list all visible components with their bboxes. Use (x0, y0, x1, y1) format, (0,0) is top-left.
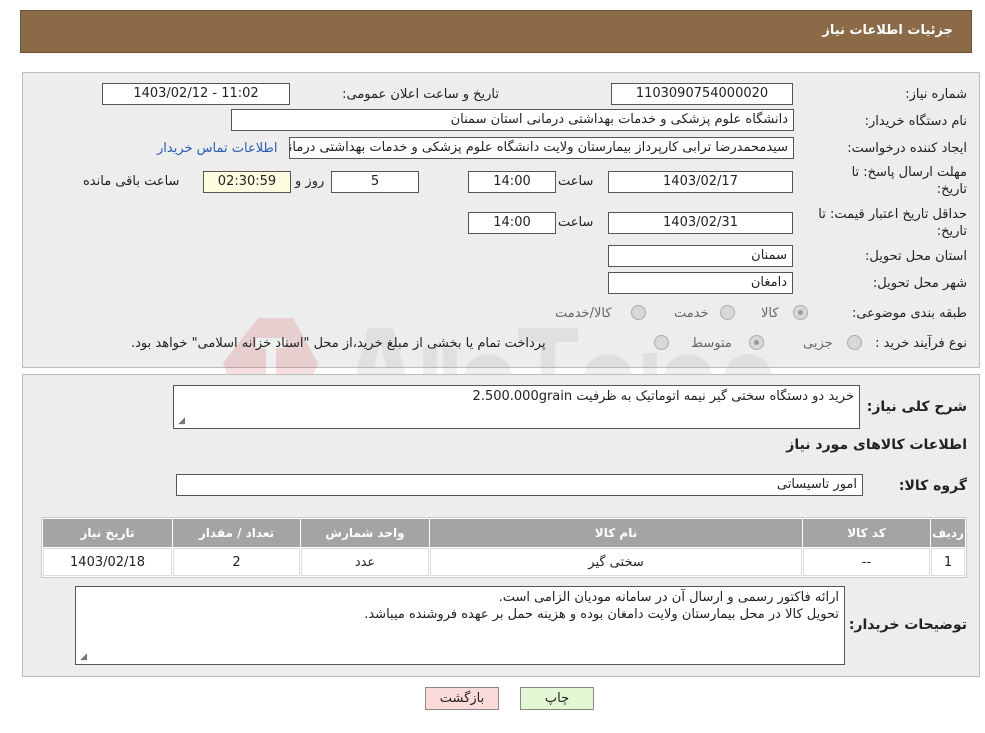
page-header: جزئیات اطلاعات نیاز (20, 10, 972, 53)
days-field[interactable]: 5 (331, 171, 419, 193)
reply-date-field[interactable]: 1403/02/17 (608, 171, 793, 193)
category-goods-label: کالا (761, 306, 779, 321)
buyer-notes-line-1: ارائه فاکتور رسمی و ارسال آن در سامانه م… (498, 590, 839, 605)
cell-unit: عدد (301, 548, 429, 576)
cell-date: 1403/02/18 (43, 548, 172, 576)
price-validity-time-label: ساعت (558, 215, 594, 230)
resize-grip-icon[interactable]: ◢ (176, 417, 185, 426)
reply-time-field[interactable]: 14:00 (468, 171, 556, 193)
purchase-medium-radio[interactable] (749, 335, 764, 350)
reply-deadline-label-2: تاریخ: (936, 182, 967, 197)
province-field[interactable]: سمنان (608, 245, 793, 267)
announce-datetime-field[interactable]: 1403/02/12 - 11:02 (102, 83, 290, 105)
remaining-time-field[interactable]: 02:30:59 (203, 171, 291, 193)
col-unit-header: واحد شمارش (301, 519, 429, 547)
days-label: روز و (295, 174, 325, 189)
col-date-header: تاریخ نیاز (43, 519, 172, 547)
summary-text: خرید دو دستگاه سختی گیر نیمه اتوماتیک به… (472, 389, 854, 404)
province-label: استان محل تحویل: (865, 249, 967, 264)
print-button[interactable]: چاپ (520, 687, 594, 710)
category-goods-radio[interactable] (793, 305, 808, 320)
buyer-org-label: نام دستگاه خریدار: (864, 114, 967, 129)
remaining-label: ساعت باقی مانده (83, 174, 180, 189)
purchase-minor-label: جزیی (803, 336, 833, 351)
cell-row: 1 (931, 548, 965, 576)
requester-field[interactable]: سیدمحمدرضا ترابی کارپرداز بیمارستان ولای… (289, 137, 794, 159)
page-title: جزئیات اطلاعات نیاز (822, 23, 953, 38)
buyer-contact-link[interactable]: اطلاعات تماس خریدار (157, 141, 277, 156)
goods-heading: اطلاعات کالاهای مورد نیاز (786, 437, 967, 453)
category-goods-service-label: کالا/خدمت (555, 306, 612, 321)
announce-label: تاریخ و ساعت اعلان عمومی: (342, 87, 499, 102)
category-label: طبقه بندی موضوعی: (851, 306, 967, 321)
goods-group-label: گروه کالا: (898, 478, 967, 494)
city-label: شهر محل تحویل: (872, 276, 967, 291)
col-code-header: کد کالا (803, 519, 930, 547)
col-name-header: نام کالا (430, 519, 802, 547)
price-validity-label-1: حداقل تاریخ اعتبار قیمت: تا (818, 207, 967, 222)
price-validity-label-2: تاریخ: (936, 224, 967, 239)
buyer-notes-line-2: تحویل کالا در محل بیمارستان ولایت دامغان… (364, 607, 839, 622)
price-validity-time-field[interactable]: 14:00 (468, 212, 556, 234)
summary-label: شرح کلی نیاز: (866, 399, 967, 415)
table-header-row: ردیف کد کالا نام کالا واحد شمارش تعداد /… (43, 519, 965, 547)
purchase-minor-radio[interactable] (847, 335, 862, 350)
table-row[interactable]: 1 -- سختی گیر عدد 2 1403/02/18 (43, 548, 965, 576)
cell-name: سختی گیر (430, 548, 802, 576)
purchase-type-label: نوع فرآیند خرید : (875, 336, 967, 351)
buyer-notes-textarea[interactable]: ارائه فاکتور رسمی و ارسال آن در سامانه م… (75, 586, 845, 665)
treasury-payment-checkbox[interactable] (654, 335, 669, 350)
goods-info-panel: شرح کلی نیاز: خرید دو دستگاه سختی گیر نی… (22, 374, 980, 677)
cell-qty: 2 (173, 548, 300, 576)
price-validity-date-field[interactable]: 1403/02/31 (608, 212, 793, 234)
reply-deadline-label-1: مهلت ارسال پاسخ: تا (851, 165, 967, 180)
category-service-label: خدمت (674, 306, 709, 321)
summary-textarea[interactable]: خرید دو دستگاه سختی گیر نیمه اتوماتیک به… (173, 385, 860, 429)
treasury-payment-note: پرداخت تمام یا بخشی از مبلغ خرید،از محل … (131, 336, 546, 351)
need-number-label: شماره نیاز: (905, 87, 967, 102)
buyer-org-field[interactable]: دانشگاه علوم پزشکی و خدمات بهداشتی درمان… (231, 109, 794, 131)
cell-code: -- (803, 548, 930, 576)
goods-group-field[interactable]: امور تاسیساتی (176, 474, 863, 496)
reply-time-label: ساعت (558, 174, 594, 189)
need-info-panel: شماره نیاز: 1103090754000020 تاریخ و ساع… (22, 72, 980, 418)
back-button[interactable]: بازگشت (425, 687, 499, 710)
buyer-notes-label: توضیحات خریدار: (848, 617, 967, 633)
category-goods-service-radio[interactable] (631, 305, 646, 320)
resize-grip-icon[interactable]: ◢ (78, 653, 87, 662)
need-number-field[interactable]: 1103090754000020 (611, 83, 793, 105)
goods-table: ردیف کد کالا نام کالا واحد شمارش تعداد /… (41, 517, 967, 578)
city-field[interactable]: دامغان (608, 272, 793, 294)
category-service-radio[interactable] (720, 305, 735, 320)
requester-label: ایجاد کننده درخواست: (847, 141, 967, 156)
col-qty-header: تعداد / مقدار (173, 519, 300, 547)
purchase-medium-label: متوسط (691, 336, 732, 351)
col-row-header: ردیف (931, 519, 965, 547)
